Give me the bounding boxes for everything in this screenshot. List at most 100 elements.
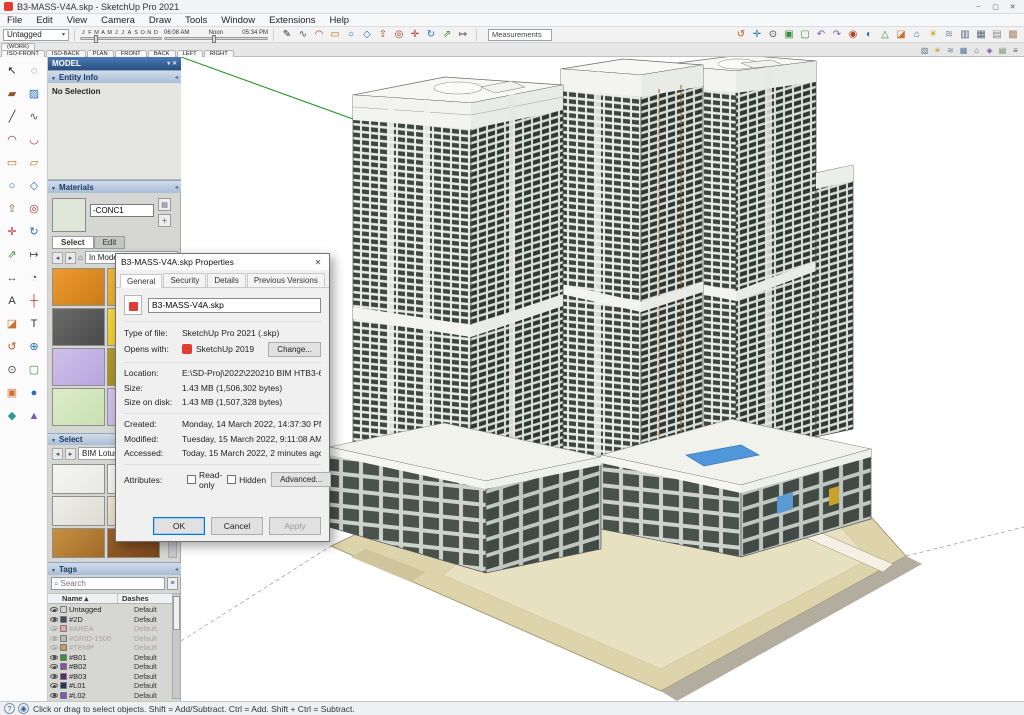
visibility-eye-icon[interactable] (50, 607, 58, 612)
eraser-tool-icon[interactable]: ▰ (1, 82, 23, 105)
rectangle-tool-icon[interactable]: ▭ (1, 151, 23, 174)
scrollbar-thumb[interactable] (173, 596, 180, 630)
tag-dashes[interactable]: Default (134, 653, 172, 662)
zoom-window-icon[interactable]: ▣ (781, 27, 797, 42)
offset-tool-icon[interactable]: ◎ (23, 197, 45, 220)
scale-tool-icon[interactable]: ⇗ (439, 27, 455, 42)
scenes-icon[interactable]: ▦ (957, 43, 970, 58)
tag-color-swatch[interactable] (60, 673, 67, 680)
scene-tab[interactable]: PLAN (87, 50, 114, 57)
menu-edit[interactable]: Edit (29, 14, 59, 27)
scene-tab[interactable]: LEFT (177, 50, 203, 57)
two-point-arc-icon[interactable]: ◡ (23, 128, 45, 151)
date-slider-track[interactable] (80, 37, 162, 40)
tag-search-box[interactable] (51, 577, 165, 590)
units-icon[interactable]: ◈ (983, 43, 996, 58)
tag-dashes[interactable]: Default (134, 681, 172, 690)
date-slider-thumb[interactable] (94, 35, 98, 43)
walk-icon[interactable]: △ (877, 27, 893, 42)
material-name-input[interactable] (90, 204, 154, 217)
visibility-eye-icon[interactable] (50, 693, 58, 698)
pan-icon[interactable]: ✛ (749, 27, 765, 42)
shadow-time-slider[interactable]: 06:08 AM Noon 05:34 PM (164, 30, 268, 40)
pan-tool-icon[interactable]: ⊕ (23, 335, 45, 358)
close-button[interactable]: ✕ (1005, 1, 1020, 12)
look-around-icon[interactable]: ◐ (861, 27, 877, 42)
material-dark-gray[interactable] (52, 308, 105, 346)
visibility-eye-icon[interactable] (50, 645, 58, 650)
line-tool-icon[interactable]: ╱ (1, 105, 23, 128)
pushpull-tool-icon[interactable]: ⇧ (375, 27, 391, 42)
dialog-tab-general[interactable]: General (120, 274, 162, 288)
time-slider-track[interactable] (164, 37, 268, 40)
column-name[interactable]: Name ▴ (48, 594, 118, 603)
offset-tool-icon[interactable]: ◎ (391, 27, 407, 42)
protractor-tool-icon[interactable]: ◔ (23, 266, 45, 289)
tag-row[interactable]: #L01Default (48, 681, 172, 691)
rectangle-tool-icon[interactable]: ▭ (327, 27, 343, 42)
lasso-tool-icon[interactable]: ◌ (23, 59, 45, 82)
checkbox-box[interactable] (227, 475, 236, 484)
scene-tab[interactable]: BACK (148, 50, 176, 57)
texture-offwhite[interactable] (52, 496, 105, 526)
back-arrow-button[interactable]: ◂ (52, 252, 63, 264)
text-tool-icon[interactable]: A (1, 289, 23, 312)
display-pane-button[interactable]: ▤ (158, 198, 171, 211)
styles-icon[interactable]: ▧ (918, 43, 931, 58)
dialog-close-icon[interactable]: ✕ (307, 254, 329, 270)
tag-color-swatch[interactable] (60, 692, 67, 699)
scale-tool-icon[interactable]: ⇗ (1, 243, 23, 266)
arc-tool-icon[interactable]: ◠ (1, 128, 23, 151)
menu-file[interactable]: File (0, 14, 29, 27)
measurements-box[interactable]: Measurements (488, 29, 552, 41)
menu-window[interactable]: Window (214, 14, 262, 27)
materials-header[interactable]: Materials (48, 180, 181, 193)
checkbox-box[interactable] (187, 475, 196, 484)
previous-view-icon[interactable]: ↶ (813, 27, 829, 42)
cancel-button[interactable]: Cancel (211, 517, 263, 535)
pin-icon[interactable] (175, 74, 178, 81)
pin-icon[interactable] (175, 184, 178, 191)
tag-color-swatch[interactable] (60, 644, 67, 651)
zoom-icon[interactable]: ⊙ (765, 27, 781, 42)
orbit-icon[interactable]: ↺ (733, 27, 749, 42)
texture-wood-light[interactable] (52, 528, 105, 558)
change-button[interactable]: Change... (268, 342, 321, 357)
tag-dashes[interactable]: Default (134, 672, 172, 681)
dialog-tab-details[interactable]: Details (207, 273, 245, 287)
move-tool-icon[interactable]: ✛ (407, 27, 423, 42)
pushpull-tool-icon[interactable]: ⇧ (1, 197, 23, 220)
menu-more-icon[interactable]: ≡ (1009, 43, 1022, 58)
rotated-rectangle-icon[interactable]: ▱ (23, 151, 45, 174)
tag-row[interactable]: #AREADefault (48, 624, 172, 634)
material-orange[interactable] (52, 268, 105, 306)
scene-tab[interactable]: ISO-BACK (46, 50, 86, 57)
line-tool-icon[interactable]: ✎ (279, 27, 295, 42)
tag-row[interactable]: #B01Default (48, 653, 172, 663)
active-tag-dropdown[interactable]: Untagged (3, 29, 69, 41)
next-view-icon[interactable]: ↷ (829, 27, 845, 42)
xray-icon[interactable]: ▥ (957, 27, 973, 42)
maximize-button[interactable]: ▢ (988, 1, 1003, 12)
hidden-line-icon[interactable]: ▤ (989, 27, 1005, 42)
tag-color-swatch[interactable] (60, 663, 67, 670)
axes-tool-icon[interactable]: ┼ (23, 289, 45, 312)
orbit-tool-icon[interactable]: ↺ (1, 335, 23, 358)
zoom-extents-icon[interactable]: ▢ (797, 27, 813, 42)
visibility-eye-icon[interactable] (50, 674, 58, 679)
polygon-tool-icon[interactable]: ◇ (359, 27, 375, 42)
tag-color-swatch[interactable] (60, 616, 67, 623)
help-icon[interactable]: ? (4, 703, 15, 714)
visibility-eye-icon[interactable] (50, 617, 58, 622)
plugin-tool-4-icon[interactable]: ▲ (23, 404, 45, 427)
tag-color-swatch[interactable] (60, 635, 67, 642)
iso-view-icon[interactable]: ⌂ (909, 27, 925, 42)
3d-text-icon[interactable]: T (23, 312, 45, 335)
scene-tab[interactable]: (WORK) (1, 43, 35, 50)
shadow-toggle-icon[interactable]: ☀ (931, 43, 944, 58)
dialog-tab-security[interactable]: Security (163, 273, 206, 287)
texture-white-1[interactable] (52, 464, 105, 494)
scene-tab[interactable]: FRONT (115, 50, 147, 57)
shadow-date-slider[interactable]: JFMAMJJASOND (80, 30, 162, 40)
fog-toggle-icon[interactable]: ≋ (944, 43, 957, 58)
